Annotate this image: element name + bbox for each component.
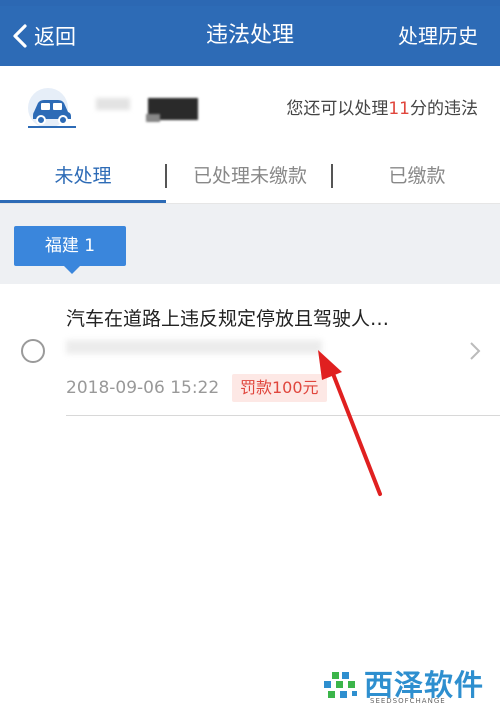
plate-redaction bbox=[96, 98, 130, 110]
tab-divider bbox=[331, 164, 333, 188]
history-button[interactable]: 处理历史 bbox=[398, 6, 478, 66]
location-redaction bbox=[66, 340, 322, 354]
nav-bar: 返回 违法处理 处理历史 bbox=[0, 6, 500, 66]
violation-time: 2018-09-06 15:22 bbox=[66, 378, 220, 398]
back-button[interactable]: 返回 bbox=[10, 6, 76, 66]
back-label: 返回 bbox=[34, 25, 76, 49]
region-badge[interactable]: 福建 1 bbox=[14, 226, 126, 274]
points-suffix: 分的违法 bbox=[410, 99, 478, 119]
remaining-points-text: 您还可以处理11分的违法 bbox=[286, 94, 478, 119]
violation-title: 汽车在道路上违反规定停放且驾驶人… bbox=[66, 308, 390, 330]
chevron-right-icon bbox=[470, 342, 481, 360]
fine-badge: 罚款100元 bbox=[232, 374, 327, 402]
status-tabs: 未处理 已处理未缴款 已缴款 bbox=[0, 148, 500, 204]
vehicle-header: 您还可以处理11分的违法 bbox=[0, 66, 500, 148]
violation-card[interactable]: 汽车在道路上违反规定停放且驾驶人… 2018-09-06 15:22 罚款100… bbox=[0, 284, 500, 416]
tab-unprocessed[interactable]: 未处理 bbox=[0, 148, 166, 204]
back-arrow-icon bbox=[13, 24, 27, 48]
watermark-tagline: SEEDSOFCHANGE bbox=[370, 697, 446, 705]
seeds-logo-icon bbox=[324, 672, 357, 698]
tab-paid[interactable]: 已缴款 bbox=[334, 148, 500, 204]
tab-processed-unpaid[interactable]: 已处理未缴款 bbox=[166, 148, 334, 204]
car-icon bbox=[28, 88, 76, 128]
active-tab-indicator bbox=[0, 200, 166, 203]
plate-redaction bbox=[146, 114, 160, 122]
select-radio[interactable] bbox=[21, 339, 45, 363]
watermark: 西泽软件 SEEDSOFCHANGE bbox=[300, 660, 500, 710]
points-value: 11 bbox=[388, 99, 410, 119]
points-prefix: 您还可以处理 bbox=[286, 99, 389, 119]
